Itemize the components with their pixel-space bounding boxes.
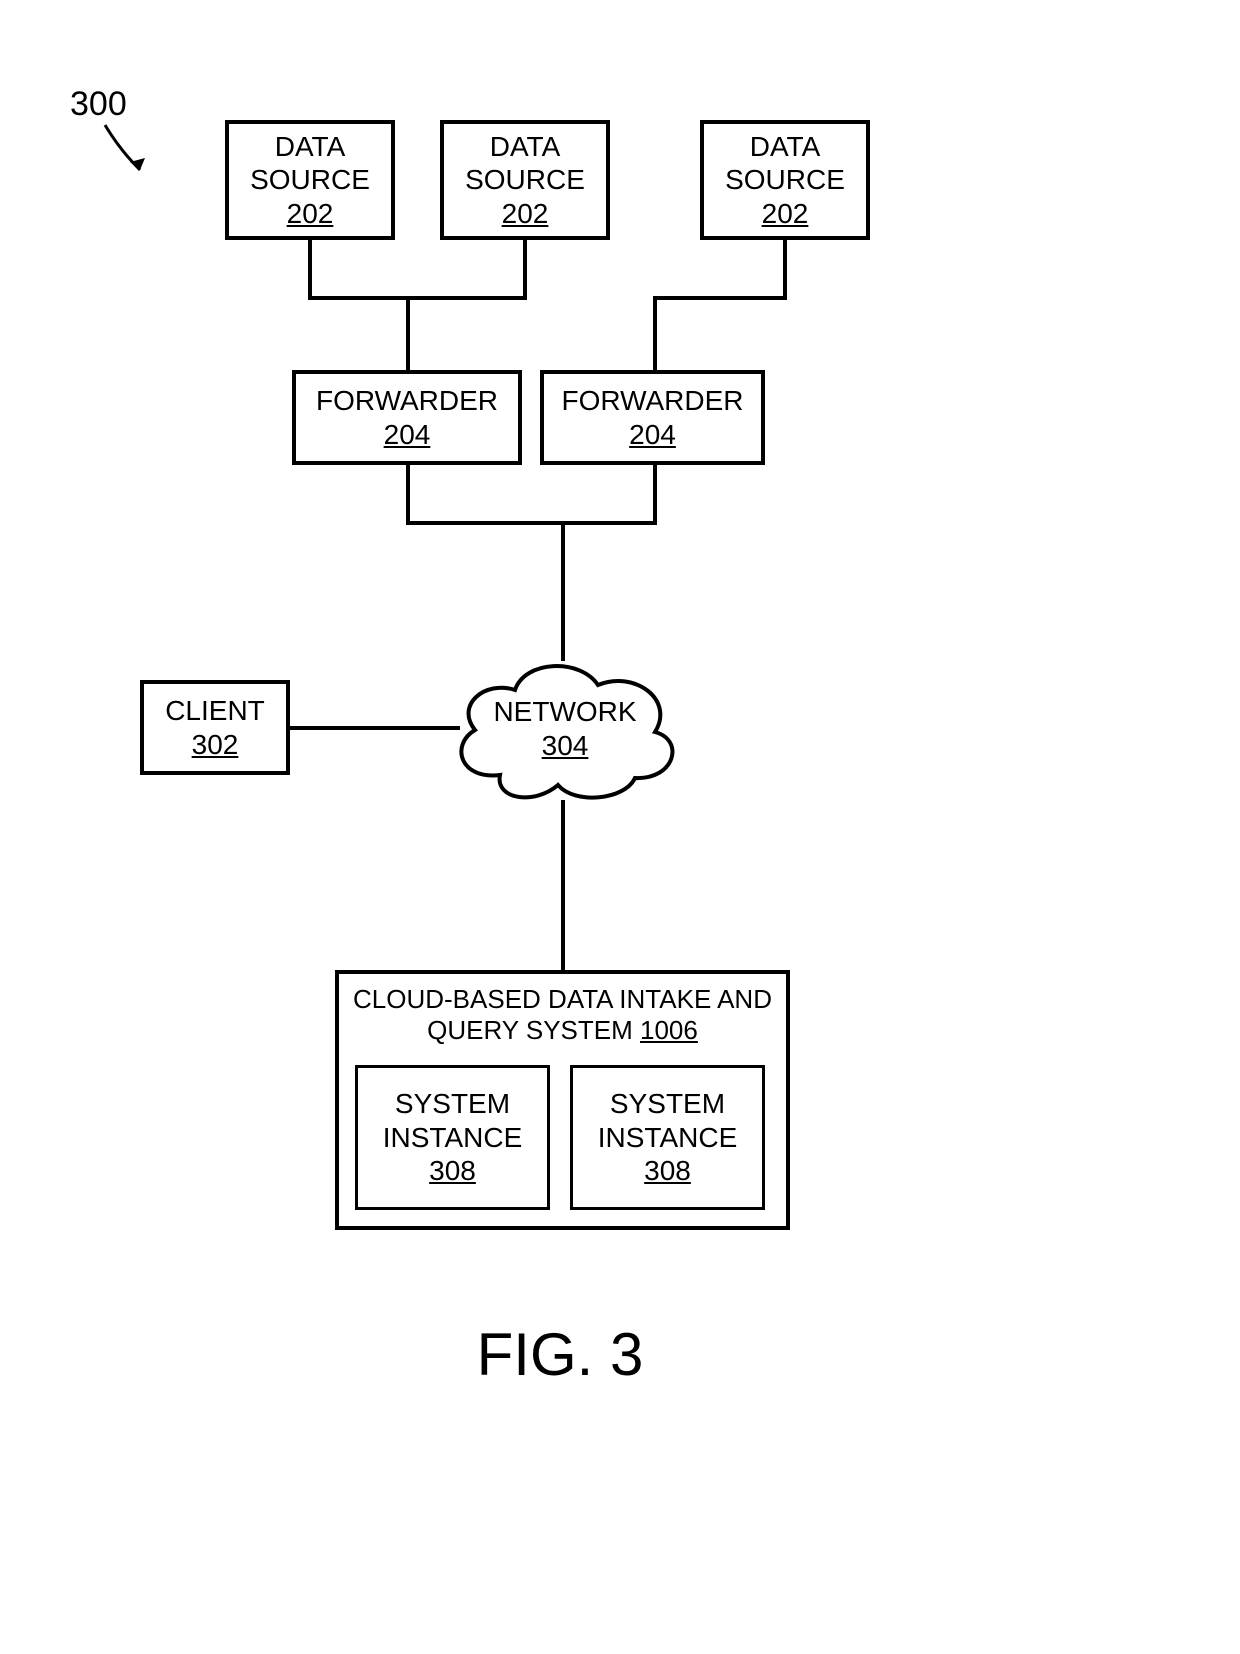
data-source-3-ref: 202 [762,197,809,231]
cloud-system-ref: 1006 [640,1015,698,1045]
cloud-system-label: CLOUD-BASED DATA INTAKE AND QUERY SYSTEM… [343,984,782,1046]
client-ref: 302 [192,728,239,762]
connector [406,296,410,370]
system-instance-2-label: SYSTEM INSTANCE [598,1087,738,1154]
system-instance-1-ref: 308 [429,1154,476,1188]
system-instance-2-ref: 308 [644,1154,691,1188]
connector [406,296,527,300]
system-instance-1-label: SYSTEM INSTANCE [383,1087,523,1154]
connector [290,726,460,730]
connector [653,296,787,300]
client-box: CLIENT 302 [140,680,290,775]
figure-number-label: 300 [70,85,127,124]
data-source-2-ref: 202 [502,197,549,231]
network-label-block: NETWORK 304 [465,695,665,762]
connector [653,296,657,370]
connector [523,240,527,300]
data-source-3-label: DATA SOURCE [725,130,845,197]
connector [308,240,312,300]
network-label: NETWORK [493,696,636,727]
forwarder-2-ref: 204 [629,418,676,452]
connector [783,240,787,300]
cloud-system-text: CLOUD-BASED DATA INTAKE AND QUERY SYSTEM [353,984,772,1045]
connector [406,465,410,525]
forwarder-1-box: FORWARDER 204 [292,370,522,465]
data-source-1-box: DATA SOURCE 202 [225,120,395,240]
forwarder-1-label: FORWARDER [316,384,498,418]
data-source-1-ref: 202 [287,197,334,231]
data-source-1-label: DATA SOURCE [250,130,370,197]
data-source-2-box: DATA SOURCE 202 [440,120,610,240]
data-source-2-label: DATA SOURCE [465,130,585,197]
system-instance-1-box: SYSTEM INSTANCE 308 [355,1065,550,1210]
connector [653,465,657,525]
forwarder-2-label: FORWARDER [562,384,744,418]
network-ref: 304 [542,730,589,761]
forwarder-2-box: FORWARDER 204 [540,370,765,465]
data-source-3-box: DATA SOURCE 202 [700,120,870,240]
connector [308,296,408,300]
connector [561,800,565,970]
connector [406,521,657,525]
client-label: CLIENT [165,694,265,728]
forwarder-1-ref: 204 [384,418,431,452]
figure-caption: FIG. 3 [410,1320,710,1389]
figure-number-arrow [95,120,165,190]
system-instance-2-box: SYSTEM INSTANCE 308 [570,1065,765,1210]
